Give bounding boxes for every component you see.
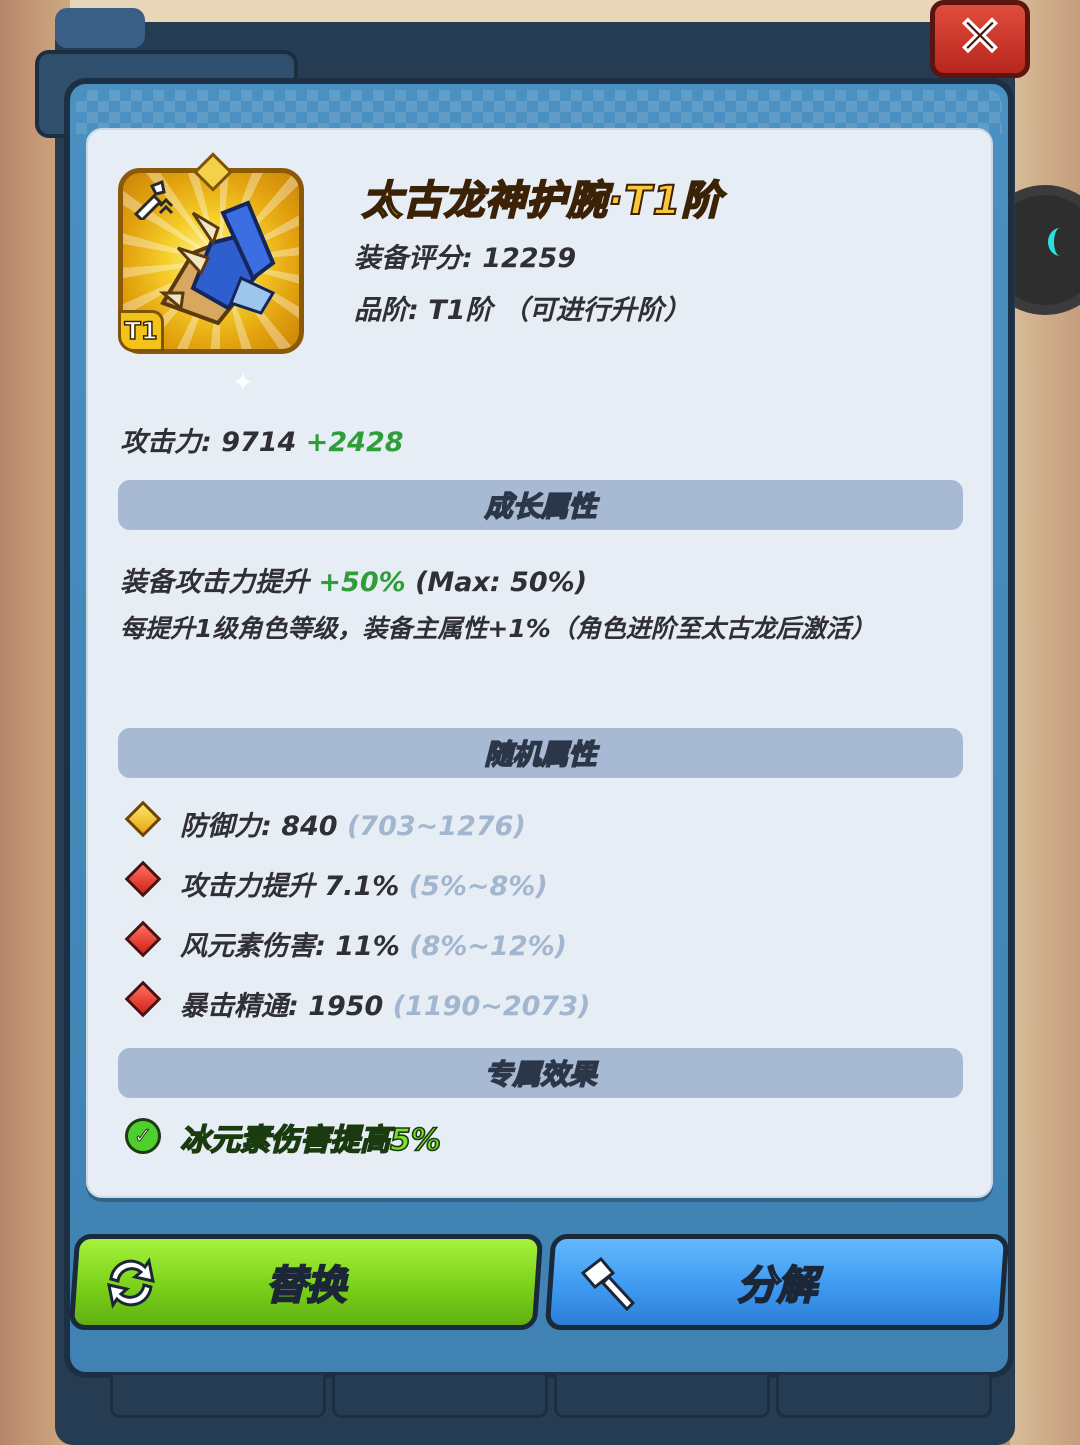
background-tab [554,1375,770,1418]
replace-button-label: 替换 [265,1262,347,1310]
attack-value: 攻击力: 9714 [120,427,297,458]
growth-line-2: 每提升1级角色等级，装备主属性+1%（角色进阶至太古龙后激活） [120,614,876,643]
random-stat-range: (5%~8%) [408,871,548,902]
check-icon: ✓ [125,1118,161,1154]
background-tab [110,1375,326,1418]
exclusive-effect: 冰元素伤害提高5% [179,1122,442,1159]
growth-line-1-text: 装备攻击力提升 [120,567,309,598]
random-stat-range: (703~1276) [346,811,526,842]
replace-button[interactable]: 替换 [68,1234,544,1330]
equipment-score: 装备评分: 12259 [354,243,577,274]
random-section-header: 随机属性 [118,728,963,778]
random-stat-row: 风元素伤害: 11% (8%~12%) [180,924,567,963]
background-tab [776,1375,992,1418]
random-stat-label: 暴击精通: 1950 [180,991,384,1022]
decompose-button[interactable]: 分解 [544,1234,1010,1330]
random-stat-row: 防御力: 840 (703~1276) [180,804,526,843]
close-button[interactable]: ✕ [930,0,1030,78]
tier-badge: T1 [118,310,164,352]
random-stat-range: (1190~2073) [392,991,591,1022]
random-stat-label: 攻击力提升 7.1% [180,871,400,902]
growth-line-1-max: (Max: 50%) [415,567,588,598]
attack-stat: 攻击力: 9714 +2428 [120,420,404,459]
sword-rank-icon [133,180,174,220]
random-section-title: 随机属性 [484,737,598,772]
random-stat-row: 攻击力提升 7.1% (5%~8%) [180,864,548,903]
back-tab-top [55,8,145,48]
background-tab [332,1375,548,1418]
exclusive-section-title: 专属效果 [484,1057,598,1092]
item-name: 太古龙神护腕·T1阶 [361,177,723,225]
sparkle-icon: ✦ [232,368,254,398]
random-stat-row: 暴击精通: 1950 (1190~2073) [180,984,590,1023]
close-icon: ✕ [956,5,1004,68]
growth-section-title: 成长属性 [484,489,598,524]
background-ring-glow [1048,228,1072,256]
decompose-button-label: 分解 [736,1262,818,1310]
attack-bonus: +2428 [305,427,404,458]
growth-line-1: 装备攻击力提升 +50% (Max: 50%) [120,560,587,599]
random-stat-label: 防御力: 840 [180,811,338,842]
random-stat-label: 风元素伤害: 11% [180,931,400,962]
item-tier: 品阶: T1阶 （可进行升阶） [354,295,691,326]
growth-line-1-bonus: +50% [318,567,406,598]
exclusive-section-header: 专属效果 [118,1048,963,1098]
growth-section-header: 成长属性 [118,480,963,530]
random-stat-range: (8%~12%) [409,931,568,962]
tier-badge-label: T1 [124,316,159,346]
